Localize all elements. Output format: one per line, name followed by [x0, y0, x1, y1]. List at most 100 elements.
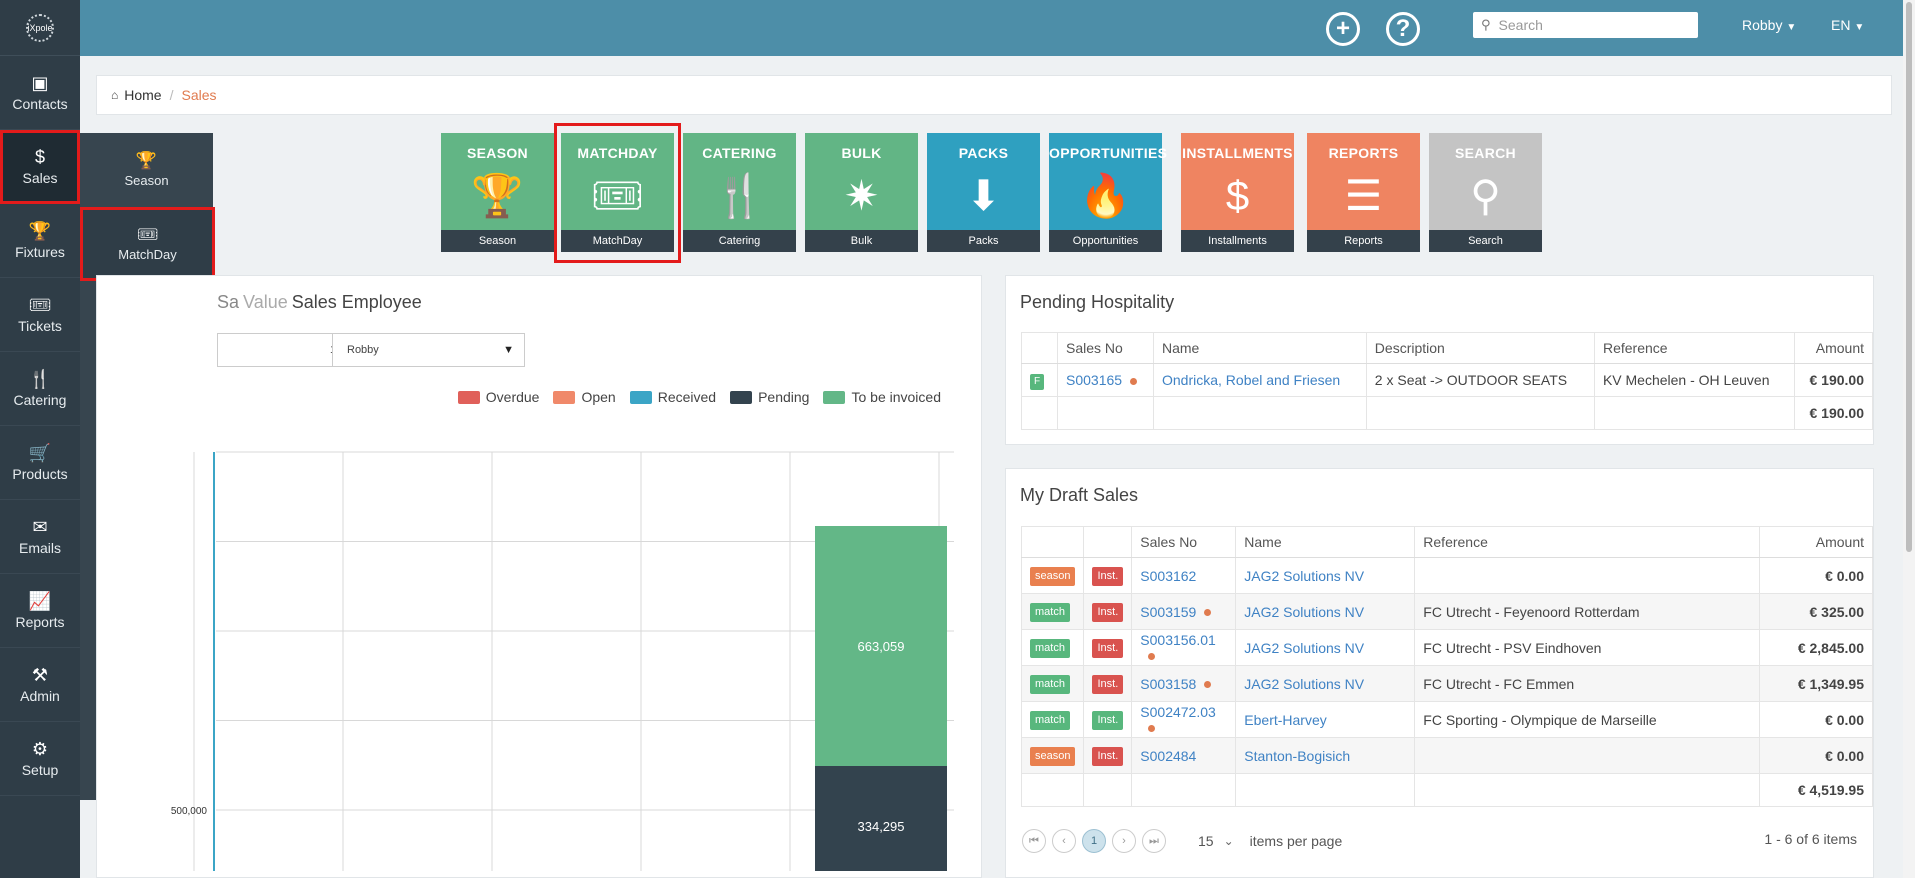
tile-bulk[interactable]: BULK ✷ Bulk [805, 133, 918, 252]
sidebar-item-reports[interactable]: 📈 Reports [0, 574, 80, 648]
tile-label: Search [1429, 230, 1542, 252]
empty-cell [1083, 773, 1133, 807]
contact-link[interactable]: JAG2 Solutions NV [1244, 640, 1364, 656]
submenu-item-matchday[interactable]: 🎟 MatchDay [80, 207, 215, 281]
reference-cell [1414, 737, 1761, 774]
legend-item[interactable]: Open [553, 389, 616, 405]
column-header[interactable]: Description [1366, 332, 1595, 364]
first-page-button[interactable]: ⏮ [1022, 829, 1046, 853]
next-page-button[interactable]: › [1112, 829, 1136, 853]
sales-no-link[interactable]: S003158 [1140, 676, 1196, 692]
tile-packs[interactable]: PACKS ⬇ Packs [927, 133, 1040, 252]
legend-item[interactable]: Pending [730, 389, 809, 405]
submenu-item-season[interactable]: 🏆 Season [80, 133, 213, 207]
language-menu[interactable]: EN ▼ [1831, 17, 1864, 33]
name-cell: Stanton-Bogisich [1235, 737, 1416, 774]
column-header[interactable]: Reference [1594, 332, 1796, 364]
column-header[interactable]: Sales No [1131, 526, 1237, 558]
column-header[interactable]: Amount [1759, 526, 1873, 558]
help-button[interactable]: ? [1386, 12, 1420, 46]
sidebar-item-products[interactable]: 🛒 Products [0, 426, 80, 500]
sidebar-item-catering[interactable]: 🍴 Catering [0, 352, 80, 426]
legend-item[interactable]: Received [629, 389, 716, 405]
chevron-down-icon[interactable]: ⌄ [1224, 834, 1234, 848]
name-cell: JAG2 Solutions NV [1235, 665, 1416, 702]
fire-icon: 🔥 [1079, 171, 1132, 219]
sales-no-link[interactable]: S003156.01 [1140, 632, 1216, 648]
add-button[interactable]: + [1326, 12, 1360, 46]
contact-link[interactable]: JAG2 Solutions NV [1244, 604, 1364, 620]
column-header[interactable]: Sales No [1057, 332, 1154, 364]
sidebar-item-tickets[interactable]: 🎟 Tickets [0, 278, 80, 352]
page-1-button[interactable]: 1 [1082, 829, 1106, 853]
table-row[interactable]: match Inst. S002472.03 Ebert-Harvey FC Sport… [1020, 701, 1873, 738]
table-row[interactable]: season Inst. S002484 Stanton-Bogisich € 0.00 [1020, 737, 1873, 774]
top-bar: + ? ⚲ Robby ▼ EN ▼ [80, 0, 1915, 56]
legend-item[interactable]: To be invoiced [823, 389, 941, 405]
contact-link[interactable]: JAG2 Solutions NV [1244, 676, 1364, 692]
sales-no-cell: S003158 [1131, 665, 1237, 702]
tile-label: Installments [1181, 230, 1294, 252]
sales-no-link[interactable]: S003165 [1066, 372, 1122, 388]
contact-link[interactable]: Ondricka, Robel and Friesen [1162, 372, 1340, 388]
table-row[interactable]: match Inst. S003159 JAG2 Solutions NV FC Utr… [1020, 593, 1873, 630]
sidebar-item-admin[interactable]: ⚒ Admin [0, 648, 80, 722]
amount-cell: € 0.00 [1759, 701, 1873, 738]
empty-cell [1021, 396, 1058, 430]
contact-link[interactable]: Ebert-Harvey [1244, 712, 1326, 728]
tile-season[interactable]: SEASON 🏆 Season [441, 133, 554, 252]
table-row[interactable]: season Inst. S003162 JAG2 Solutions NV € 0.0… [1020, 557, 1873, 594]
pagination: ⏮ ‹ 1 › ⏭ 15 ⌄ items per page [1022, 829, 1342, 853]
scrollbar-thumb[interactable] [1906, 2, 1912, 552]
contact-link[interactable]: JAG2 Solutions NV [1244, 568, 1364, 584]
tile-catering[interactable]: CATERING 🍴 Catering [683, 133, 796, 252]
sales-no-link[interactable]: S002484 [1140, 748, 1196, 764]
tile-installments[interactable]: INSTALLMENTS $ Installments [1181, 133, 1294, 252]
sidebar-item-label: Setup [21, 761, 59, 778]
type-badge: match [1030, 710, 1070, 730]
last-page-button[interactable]: ⏭ [1142, 829, 1166, 853]
sales-no-cell: S003156.01 [1131, 629, 1237, 666]
status-dot [1204, 681, 1212, 689]
sidebar-item-fixtures[interactable]: 🏆 Fixtures [0, 204, 80, 278]
amount-cell: € 325.00 [1759, 593, 1873, 630]
table-row[interactable]: F S003165 Ondricka, Robel and Friesen 2 x S… [1021, 363, 1873, 397]
sales-no-link[interactable]: S003162 [1140, 568, 1196, 584]
chart-legend: Overdue Open Received Pending To be invoiced [444, 389, 941, 405]
page-scrollbar[interactable] [1903, 0, 1915, 878]
ticket-icon: 🎟 [28, 294, 52, 315]
sales-no-link[interactable]: S003159 [1140, 604, 1196, 620]
sidebar-item-label: Catering [13, 391, 67, 408]
reference-cell: FC Utrecht - FC Emmen [1414, 665, 1761, 702]
matchday-highlight [554, 123, 681, 263]
sidebar-item-contacts[interactable]: ▣ Contacts [0, 56, 80, 130]
contact-link[interactable]: Stanton-Bogisich [1244, 748, 1350, 764]
sidebar-item-setup[interactable]: ⚙ Setup [0, 722, 80, 796]
legend-item[interactable]: Overdue [457, 389, 539, 405]
tile-reports[interactable]: REPORTS ☰ Reports [1307, 133, 1420, 252]
question-icon: ? [1395, 15, 1411, 42]
search-input[interactable] [1498, 17, 1679, 33]
column-header[interactable]: Reference [1414, 526, 1761, 558]
column-header[interactable]: Amount [1794, 332, 1873, 364]
page-size-select[interactable]: 15 [1198, 833, 1214, 849]
chevron-left-icon: ‹ [1062, 835, 1066, 847]
tile-opportunities[interactable]: OPPORTUNITIES 🔥 Opportunities [1049, 133, 1167, 252]
breadcrumb-current: Sales [181, 87, 217, 103]
sidebar-item-emails[interactable]: ✉ Emails [0, 500, 80, 574]
type-badge: season [1030, 566, 1076, 586]
employee-select[interactable]: Robby ▼ [332, 333, 525, 367]
column-header[interactable]: Name [1153, 332, 1367, 364]
sales-no-link[interactable]: S002472.03 [1140, 704, 1216, 720]
app-logo[interactable]: iXpole [0, 0, 80, 56]
table-row[interactable]: match Inst. S003158 JAG2 Solutions NV FC Utr… [1020, 665, 1873, 702]
sidebar-item-sales[interactable]: $ Sales [0, 130, 80, 204]
breadcrumb-home[interactable]: Home [124, 87, 161, 103]
first-page-icon: ⏮ [1029, 834, 1039, 847]
table-row[interactable]: match Inst. S003156.01 JAG2 Solutions NV FC … [1020, 629, 1873, 666]
tile-search[interactable]: SEARCH ⚲ Search [1429, 133, 1542, 252]
column-header[interactable]: Name [1235, 526, 1416, 558]
user-menu[interactable]: Robby ▼ [1742, 17, 1796, 33]
last-page-icon: ⏭ [1149, 834, 1159, 847]
prev-page-button[interactable]: ‹ [1052, 829, 1076, 853]
